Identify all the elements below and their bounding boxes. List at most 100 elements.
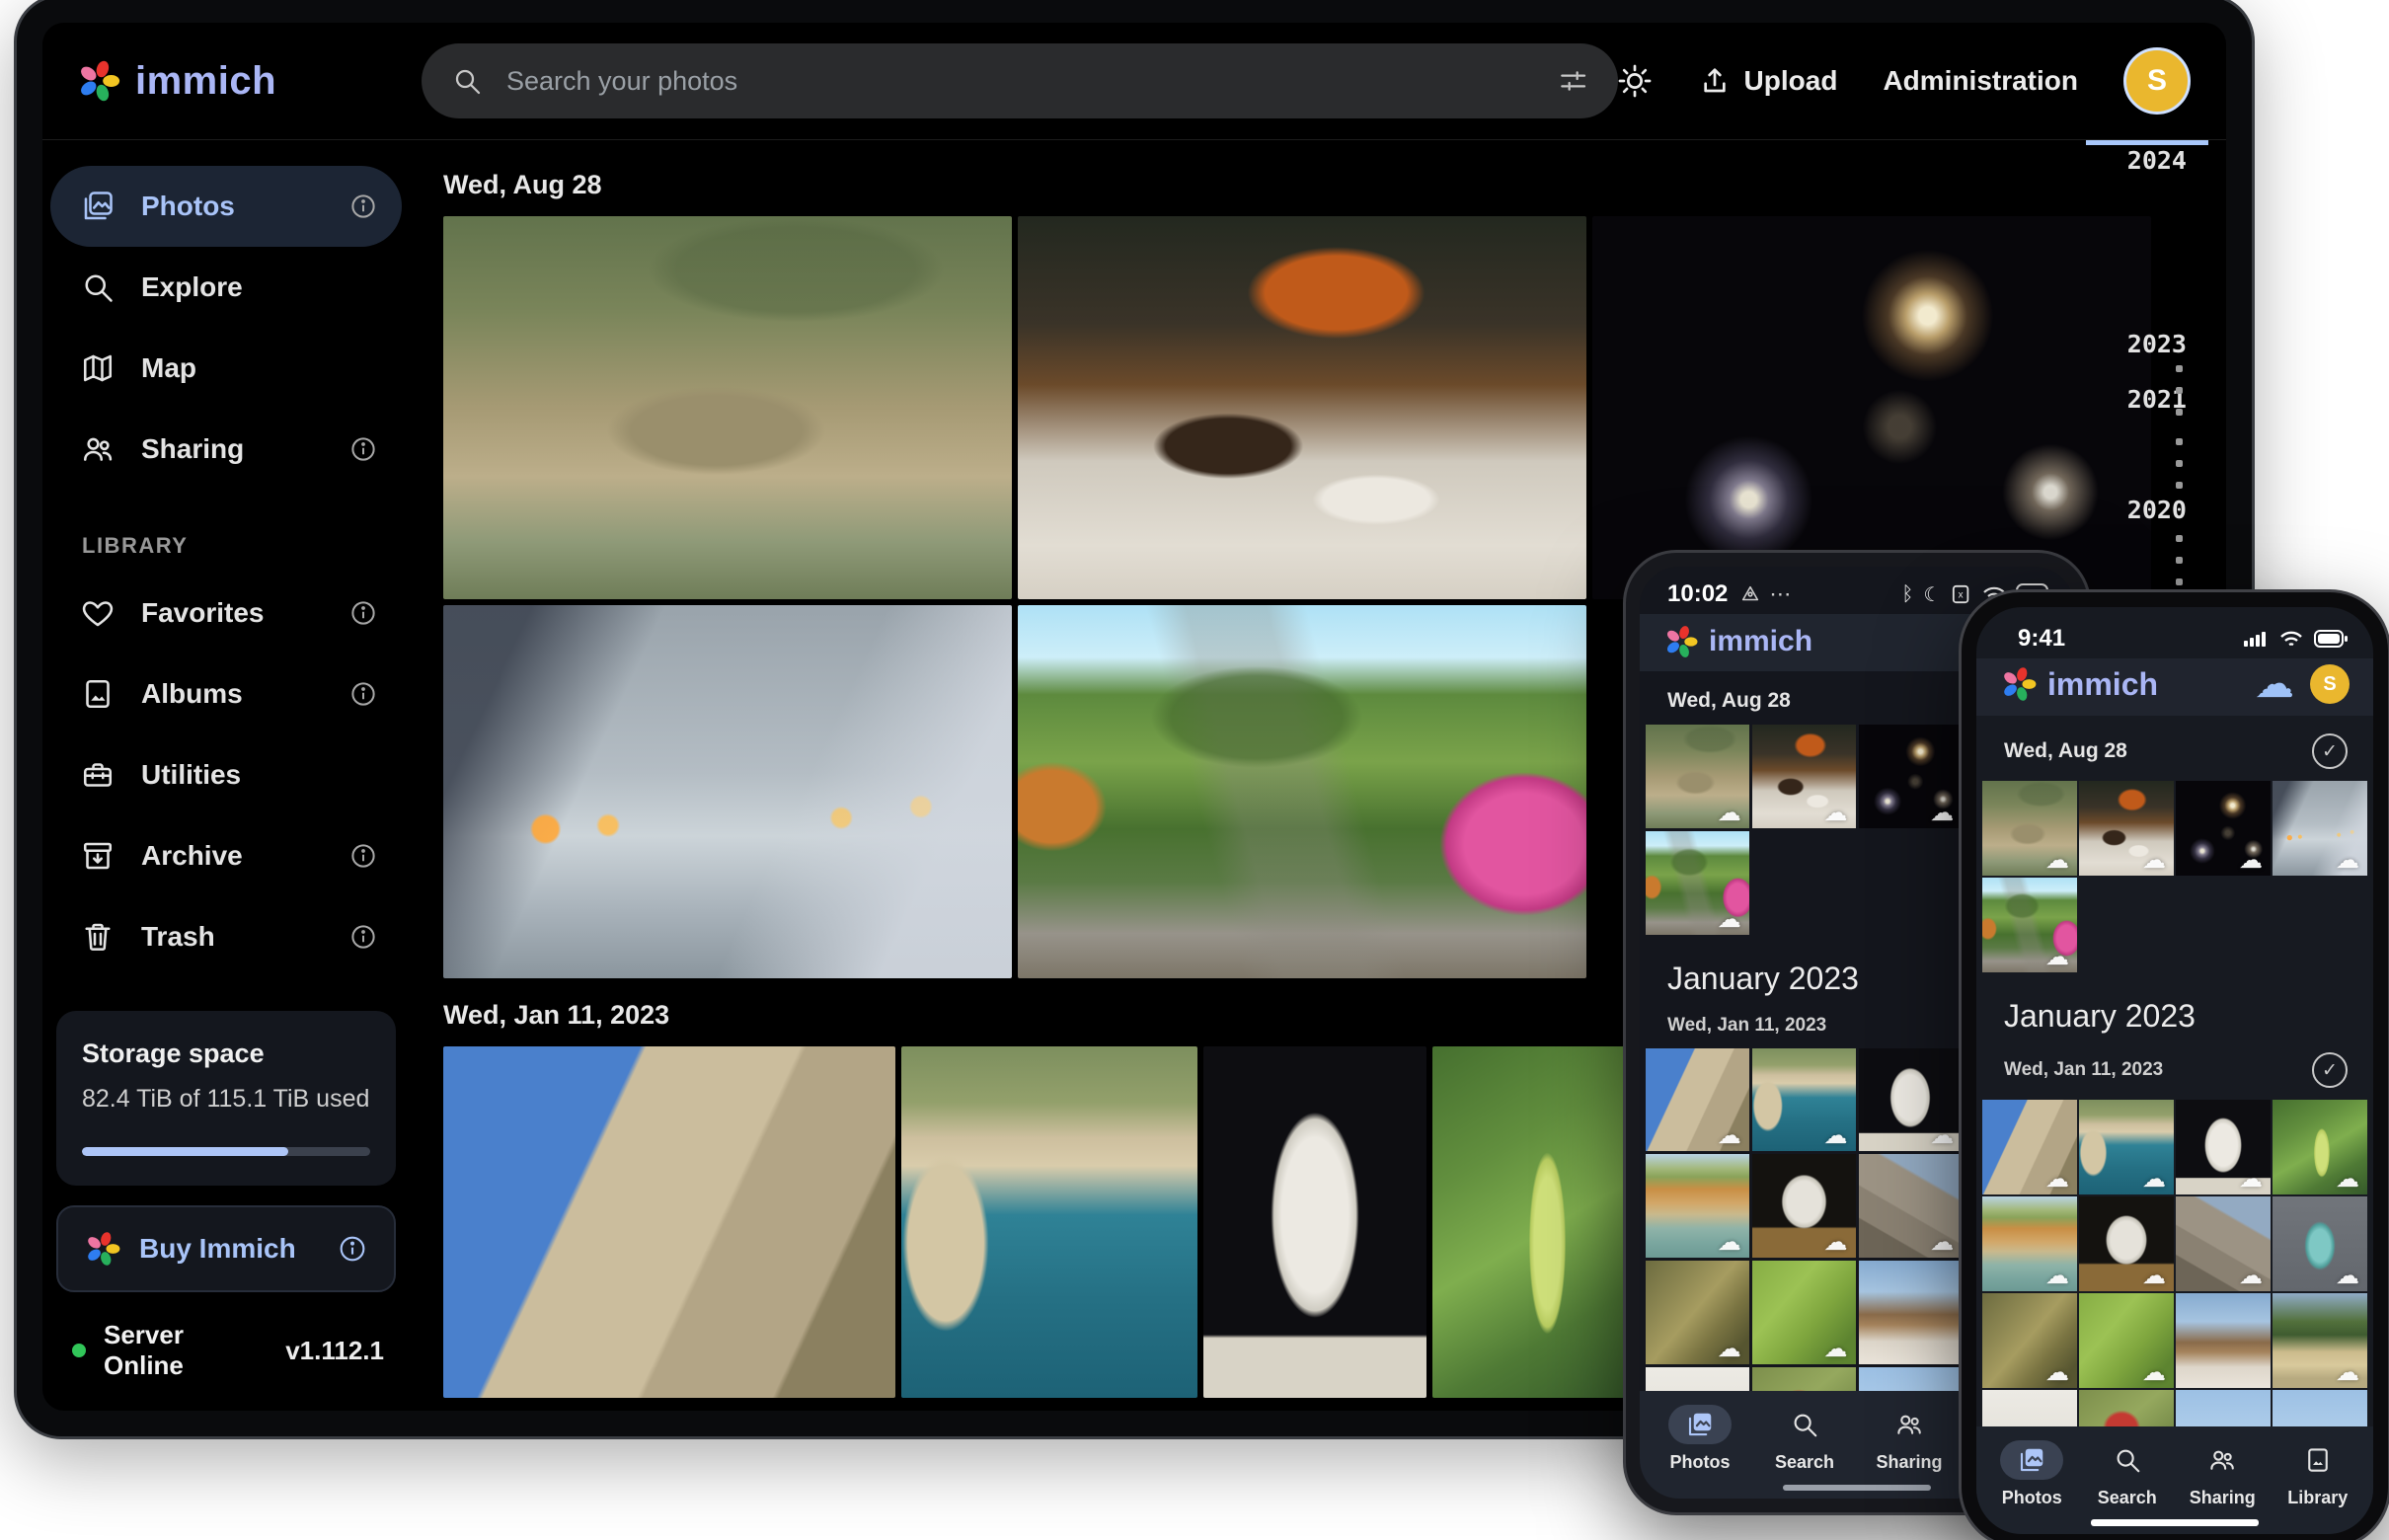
photo-lizard-moss[interactable] <box>1752 1261 1856 1364</box>
select-all-icon[interactable]: ✓ <box>2312 1052 2348 1088</box>
photo-holding-hands[interactable] <box>443 605 1012 978</box>
nav-sharing[interactable]: Sharing <box>2175 1440 2270 1508</box>
sidebar-item-albums[interactable]: Albums <box>50 654 402 734</box>
timeline-cursor[interactable] <box>2086 140 2208 145</box>
theme-sun-icon[interactable] <box>1616 62 1654 100</box>
nav-library[interactable]: Library <box>2271 1440 2365 1508</box>
user-avatar[interactable]: S <box>2310 664 2350 704</box>
photo-coastal-fortress[interactable] <box>901 1046 1197 1398</box>
phone-iphone-frame: 9:41 <box>1959 589 2389 1540</box>
storage-space-card: Storage space 82.4 TiB of 115.1 TiB used <box>56 1011 396 1186</box>
photo-zoo-monkeys[interactable] <box>443 216 1012 599</box>
photo-zoo-monkeys[interactable] <box>1982 781 2077 876</box>
photo-sea-grapes[interactable] <box>2273 1100 2367 1194</box>
select-all-icon[interactable]: ✓ <box>2312 733 2348 769</box>
photo-fortress-wall[interactable] <box>443 1046 895 1398</box>
photo-beach-cliff[interactable] <box>1646 1154 1749 1258</box>
search-icon <box>2113 1445 2142 1475</box>
photo-lizard-rocks[interactable] <box>1646 1261 1749 1364</box>
sidebar-item-photos[interactable]: Photos <box>50 166 402 247</box>
photo-lizard-rocks[interactable] <box>1982 1293 2077 1388</box>
photo-winter-church[interactable] <box>1859 1261 1963 1364</box>
photo-fireworks[interactable] <box>1859 725 1963 828</box>
timeline-year[interactable]: 2024 <box>2127 146 2187 175</box>
storage-progress-fill <box>82 1147 288 1156</box>
photo-autumn-dinner[interactable] <box>1018 216 1586 599</box>
search-placeholder: Search your photos <box>506 66 1533 97</box>
header-actions: Upload Administration S <box>1616 47 2191 115</box>
photo-winter-church[interactable] <box>2176 1293 2271 1388</box>
sidebar-item-trash[interactable]: Trash <box>50 896 402 977</box>
nav-search[interactable]: Search <box>2080 1440 2175 1508</box>
home-indicator[interactable] <box>1783 1485 1931 1491</box>
photo-marble-bust[interactable] <box>2176 1100 2271 1194</box>
albums-icon <box>80 676 116 712</box>
photo-holding-hands[interactable] <box>2273 781 2367 876</box>
user-avatar[interactable]: S <box>2123 47 2191 115</box>
search-icon <box>1790 1410 1819 1439</box>
timeline-dot <box>2176 482 2183 489</box>
info-icon[interactable] <box>348 841 378 871</box>
buy-immich-button[interactable]: Buy Immich <box>56 1205 396 1292</box>
nav-photos[interactable]: Photos <box>1653 1405 1747 1473</box>
nav-label: Search <box>2098 1488 2157 1508</box>
filter-sliders-icon[interactable] <box>1557 65 1588 97</box>
photo-sea-grapes[interactable] <box>1432 1046 1654 1398</box>
screenshot-stage: immich Search your photos <box>0 0 2389 1540</box>
photo-beach-cliff[interactable] <box>1982 1196 2077 1291</box>
photo-autumn-dinner[interactable] <box>2079 781 2174 876</box>
photo-coastal-fortress[interactable] <box>1752 1048 1856 1152</box>
info-icon[interactable] <box>348 598 378 628</box>
sidebar-item-utilities[interactable]: Utilities <box>50 734 402 815</box>
photo-fortress-wall[interactable] <box>1646 1048 1749 1152</box>
photo-marble-sculpture[interactable] <box>1752 1154 1856 1258</box>
photo-stone-ruins[interactable] <box>2176 1196 2271 1291</box>
heart-icon <box>80 595 116 631</box>
photo-autumn-dinner[interactable] <box>1752 725 1856 828</box>
info-icon[interactable] <box>348 192 378 221</box>
photo-lizard-moss[interactable] <box>2079 1293 2174 1388</box>
photo-fireworks[interactable] <box>2176 781 2271 876</box>
svg-text:x: x <box>1959 590 1964 601</box>
photo-stone-ruins[interactable] <box>1859 1154 1963 1258</box>
photo-marble-bust[interactable] <box>1203 1046 1426 1398</box>
sidebar-item-favorites[interactable]: Favorites <box>50 573 402 654</box>
info-icon[interactable] <box>348 922 378 952</box>
photo-zoo-monkeys[interactable] <box>1646 725 1749 828</box>
info-icon[interactable] <box>348 434 378 464</box>
upload-button[interactable]: Upload <box>1699 65 1838 97</box>
sidebar-label: Favorites <box>141 597 265 629</box>
date-group-header: Wed, Aug 28 <box>443 170 2226 200</box>
home-indicator[interactable] <box>2091 1519 2259 1526</box>
photo-autumn-park-path[interactable] <box>1982 878 2077 972</box>
photo-farm-village[interactable] <box>2273 1293 2367 1388</box>
cloud-sync-icon[interactable]: ☁ <box>2255 664 2294 704</box>
sidebar-label: Utilities <box>141 759 241 791</box>
administration-button[interactable]: Administration <box>1883 65 2078 97</box>
info-icon[interactable] <box>348 679 378 709</box>
status-time: 9:41 <box>2018 625 2065 653</box>
logo-text: immich <box>1709 625 1812 658</box>
photo-tiered-ornament[interactable] <box>2273 1196 2367 1291</box>
timeline-dot <box>2176 409 2183 416</box>
sidebar-item-sharing[interactable]: Sharing <box>50 409 402 490</box>
photo-fortress-wall[interactable] <box>1982 1100 2077 1194</box>
sidebar-item-explore[interactable]: Explore <box>50 247 402 328</box>
photo-autumn-park-path[interactable] <box>1646 831 1749 935</box>
search-input[interactable]: Search your photos <box>422 43 1618 118</box>
timeline-year[interactable]: 2020 <box>2127 496 2187 524</box>
photo-marble-sculpture[interactable] <box>2079 1196 2174 1291</box>
info-icon[interactable] <box>337 1233 368 1265</box>
photo-coastal-fortress[interactable] <box>2079 1100 2174 1194</box>
nav-search[interactable]: Search <box>1757 1405 1852 1473</box>
photo-fireworks[interactable] <box>1592 216 2151 599</box>
nav-sharing[interactable]: Sharing <box>1862 1405 1957 1473</box>
server-status-label: Server Online <box>104 1320 268 1381</box>
sidebar-item-archive[interactable]: Archive <box>50 815 402 896</box>
photo-autumn-park-path[interactable] <box>1018 605 1586 978</box>
photo-marble-bust[interactable] <box>1859 1048 1963 1152</box>
timeline-year[interactable]: 2023 <box>2127 330 2187 358</box>
nav-photos[interactable]: Photos <box>1984 1440 2079 1508</box>
sidebar-item-map[interactable]: Map <box>50 328 402 409</box>
administration-label: Administration <box>1883 65 2078 97</box>
